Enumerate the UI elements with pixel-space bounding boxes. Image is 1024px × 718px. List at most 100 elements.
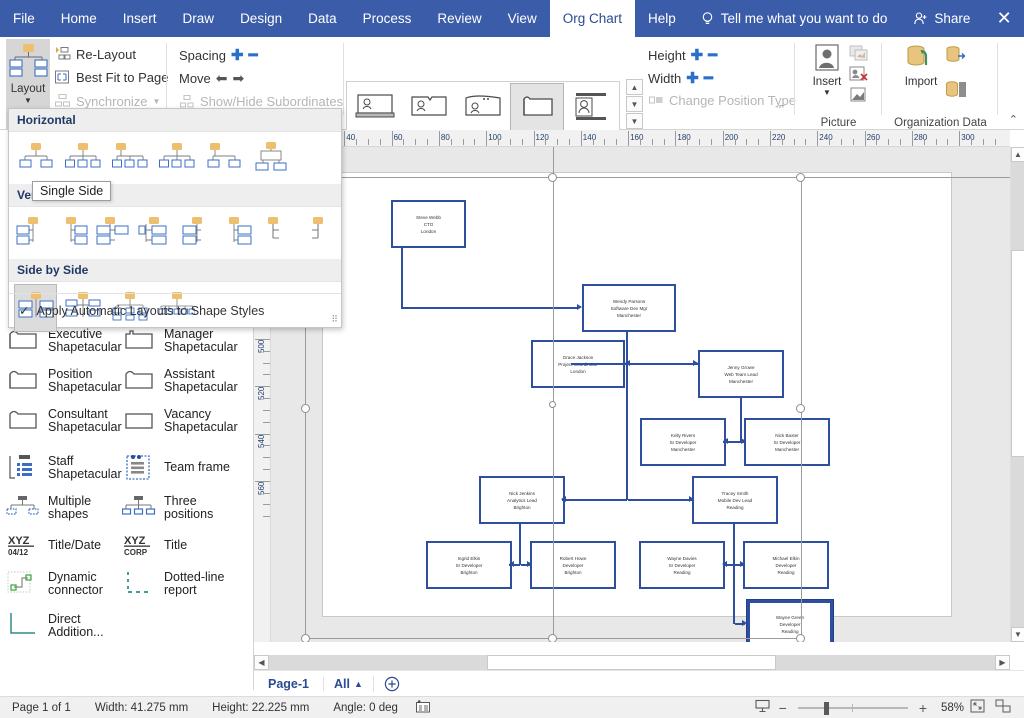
- connector-tracey-waynegreen[interactable]: [733, 564, 735, 624]
- tab-process[interactable]: Process: [350, 0, 425, 37]
- vertical-scrollbar[interactable]: ▲ ▼: [1010, 147, 1024, 642]
- selection-handle-sw[interactable]: [301, 634, 310, 642]
- connector-trunk-tracey[interactable]: [628, 499, 693, 501]
- stencil-item-title-date[interactable]: XYZ 04/12 Title/Date: [6, 531, 101, 561]
- insert-picture-caret[interactable]: ▼: [823, 88, 831, 97]
- page-tab-page-1[interactable]: Page-1: [254, 671, 323, 697]
- import-data-button[interactable]: Import: [895, 43, 947, 88]
- presentation-mode-button[interactable]: [750, 699, 776, 716]
- org-node[interactable]: Wayne Green Developer Reading: [746, 599, 834, 642]
- layout-option-horizontal-2[interactable]: [62, 135, 103, 181]
- shape-style-belt[interactable]: [349, 84, 401, 130]
- scroll-right-button[interactable]: ▶: [995, 655, 1010, 670]
- connector-steve-wendy[interactable]: [401, 307, 577, 309]
- horizontal-guide[interactable]: [271, 177, 1010, 178]
- tell-me-search[interactable]: Tell me what you want to do: [689, 0, 900, 37]
- share-button[interactable]: Share: [899, 0, 984, 37]
- drawing-canvas[interactable]: Steve Webb CTO London Wendy Parsons Software…: [271, 147, 1010, 642]
- re-layout-button[interactable]: Re-Layout: [54, 46, 136, 62]
- shape-style-stone[interactable]: [457, 84, 509, 130]
- width-control[interactable]: Width ✚ ━: [648, 69, 713, 87]
- org-node[interactable]: Jenny Growe Web Team Lead Manchester: [698, 350, 784, 398]
- layout-option-vertical-8[interactable]: [301, 210, 335, 256]
- layout-option-vertical-4[interactable]: [138, 210, 174, 256]
- org-node[interactable]: Wendy Parsons Software Dev Mgr Manchester: [582, 284, 676, 332]
- zoom-percentage[interactable]: 58%: [930, 702, 964, 714]
- tab-review[interactable]: Review: [424, 0, 494, 37]
- org-node[interactable]: Ingrid Elkin Sr Developer Brighton: [426, 541, 512, 589]
- stencil-item-vacancy-shape[interactable]: Vacancy Shapetacular: [122, 406, 238, 436]
- spacing-increase-button[interactable]: ✚: [231, 46, 244, 64]
- connector-trunk-nickj[interactable]: [562, 499, 627, 501]
- stencil-item-multiple-shapes[interactable]: Multiple shapes: [6, 493, 91, 523]
- tab-home[interactable]: Home: [48, 0, 110, 37]
- change-position-type-button[interactable]: Change Position Type: [648, 93, 796, 108]
- change-picture-button[interactable]: [849, 44, 869, 66]
- synchronize-button[interactable]: Synchronize ▼: [54, 93, 160, 109]
- org-node[interactable]: Nick Baxter Sr Developer Manchester: [744, 418, 830, 466]
- shape-style-bar[interactable]: [565, 84, 617, 130]
- rotation-handle[interactable]: [549, 401, 556, 408]
- layout-option-horizontal-5[interactable]: [203, 135, 244, 181]
- drawing-page[interactable]: Steve Webb CTO London Wendy Parsons Software…: [322, 172, 952, 642]
- scroll-down-button[interactable]: ▼: [1011, 627, 1024, 642]
- connector-wendy-jenny[interactable]: [628, 363, 698, 365]
- ribbon-collapse-button[interactable]: ⌃: [1009, 113, 1018, 126]
- connector-nickj-down[interactable]: [519, 524, 521, 565]
- export-data-button[interactable]: [945, 45, 967, 70]
- shape-style-block[interactable]: [403, 84, 455, 130]
- vertical-scroll-thumb[interactable]: [1011, 250, 1024, 457]
- zoom-slider-thumb[interactable]: [823, 701, 829, 715]
- horizontal-ruler[interactable]: 2040608010012014016018020022024026028030…: [254, 130, 1010, 147]
- scroll-up-button[interactable]: ▲: [1011, 147, 1024, 162]
- horizontal-scroll-thumb[interactable]: [487, 655, 776, 670]
- stencil-item-dynamic-connector[interactable]: Dynamic connector: [6, 569, 103, 599]
- connector-wendy-grace[interactable]: [571, 363, 626, 365]
- show-hide-subordinates-button[interactable]: Show/Hide Subordinates: [179, 94, 343, 109]
- layout-option-vertical-5[interactable]: [180, 210, 214, 256]
- org-node[interactable]: Wayne Davies Sr Developer Reading: [639, 541, 725, 589]
- stencil-item-consultant-shape[interactable]: Consultant Shapetacular: [6, 406, 122, 436]
- layout-option-vertical-1[interactable]: [15, 210, 49, 256]
- stencil-item-assistant-shape[interactable]: Assistant Shapetacular: [122, 366, 238, 396]
- shape-style-shapetacular[interactable]: [510, 83, 564, 131]
- move-right-button[interactable]: ➡: [233, 70, 245, 87]
- connector-wendy-trunk[interactable]: [626, 363, 628, 500]
- selection-handle-e[interactable]: [796, 404, 805, 413]
- fit-page-to-window-button[interactable]: [964, 699, 990, 716]
- tab-data[interactable]: Data: [295, 0, 350, 37]
- zoom-in-button[interactable]: +: [916, 700, 930, 716]
- compare-data-button[interactable]: [945, 79, 969, 104]
- layout-option-vertical-7[interactable]: [260, 210, 294, 256]
- tab-help[interactable]: Help: [635, 0, 689, 37]
- stencil-item-dotted-line-report[interactable]: Dotted-line report: [122, 569, 224, 599]
- size-spin-up[interactable]: ▲: [626, 79, 643, 95]
- org-node[interactable]: Steve Webb CTO London: [391, 200, 466, 248]
- height-decrease-button[interactable]: ━: [708, 46, 717, 64]
- tab-draw[interactable]: Draw: [170, 0, 228, 37]
- scroll-left-button[interactable]: ◀: [254, 655, 269, 670]
- org-node[interactable]: Robert Howe Developer Brighton: [530, 541, 616, 589]
- selection-handle-w[interactable]: [301, 404, 310, 413]
- height-control[interactable]: Height ✚ ━: [648, 46, 717, 64]
- layout-option-vertical-3[interactable]: [96, 210, 132, 256]
- move-control[interactable]: Move ⬅ ➡: [179, 70, 244, 87]
- layout-option-vertical-6[interactable]: [220, 210, 254, 256]
- tab-design[interactable]: Design: [227, 0, 295, 37]
- org-node[interactable]: Michael Elkin Developer Reading: [743, 541, 829, 589]
- width-decrease-button[interactable]: ━: [704, 69, 713, 87]
- stencil-item-three-positions[interactable]: Three positions: [121, 493, 213, 523]
- tab-insert[interactable]: Insert: [110, 0, 170, 37]
- zoom-slider[interactable]: [797, 701, 908, 715]
- layout-option-horizontal-6[interactable]: [250, 135, 291, 181]
- layout-dropdown-caret[interactable]: ▼: [24, 96, 32, 105]
- dropdown-resize-grip[interactable]: ⠿: [331, 314, 338, 325]
- zoom-out-button[interactable]: −: [776, 700, 790, 716]
- stencil-item-title[interactable]: XYZ CORP Title: [122, 531, 187, 561]
- selection-handle-n[interactable]: [548, 173, 557, 182]
- height-increase-button[interactable]: ✚: [691, 46, 704, 64]
- org-node[interactable]: Tracey Smith Mobile Dev Lead Reading: [692, 476, 778, 524]
- connector-steve-wendy[interactable]: [401, 248, 403, 308]
- move-left-button[interactable]: ⬅: [216, 70, 228, 87]
- selection-handle-s[interactable]: [548, 634, 557, 642]
